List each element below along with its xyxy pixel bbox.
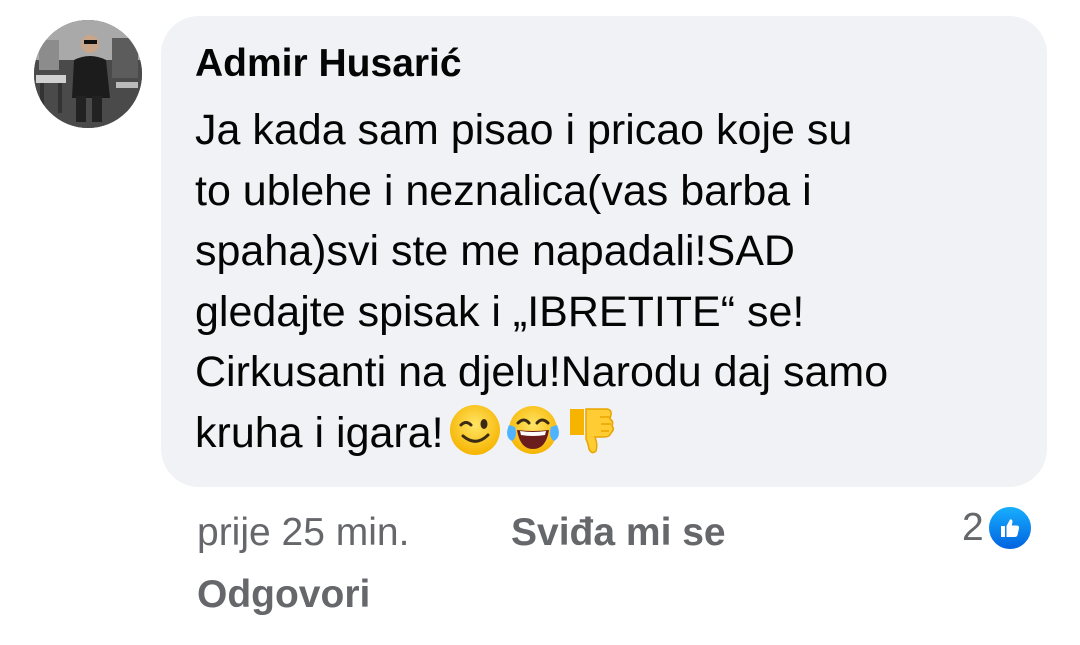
- face-with-tears-of-joy-icon: [506, 405, 559, 454]
- comment-line-text: kruha i igara!: [195, 408, 444, 457]
- profile-photo: [34, 20, 142, 128]
- comment-timestamp[interactable]: prije 25 min.: [197, 511, 409, 555]
- comment-line: spaha)svi ste me napadali!SAD: [195, 227, 795, 276]
- comment-text: Ja kada sam pisao i pricao koje su to ub…: [195, 100, 1035, 464]
- comment-line: to ublehe i neznalica(vas barba i: [195, 166, 812, 215]
- thumbs-up-icon: [1000, 519, 1019, 537]
- reply-button[interactable]: Odgovori: [197, 573, 370, 617]
- like-button[interactable]: Sviđa mi se: [511, 511, 726, 555]
- reaction-count: 2: [962, 506, 984, 549]
- comment-line: gledajte spisak i „IBRETITE“ se!: [195, 287, 805, 336]
- comment-line-last: kruha i igara!: [195, 403, 1035, 464]
- reaction-summary[interactable]: 2: [962, 504, 1034, 552]
- avatar[interactable]: [34, 20, 142, 128]
- comment-author[interactable]: Admir Husarić: [195, 42, 462, 86]
- thumbs-down-icon: [569, 408, 614, 454]
- winking-face-icon: [449, 404, 500, 455]
- comment-bubble: Admir Husarić Ja kada sam pisao i pricao…: [161, 16, 1047, 487]
- comment-line: Ja kada sam pisao i pricao koje su: [195, 106, 853, 154]
- like-reaction-icon: [985, 504, 1034, 552]
- comment-line: Cirkusanti na djelu!Narodu daj samo: [195, 348, 889, 397]
